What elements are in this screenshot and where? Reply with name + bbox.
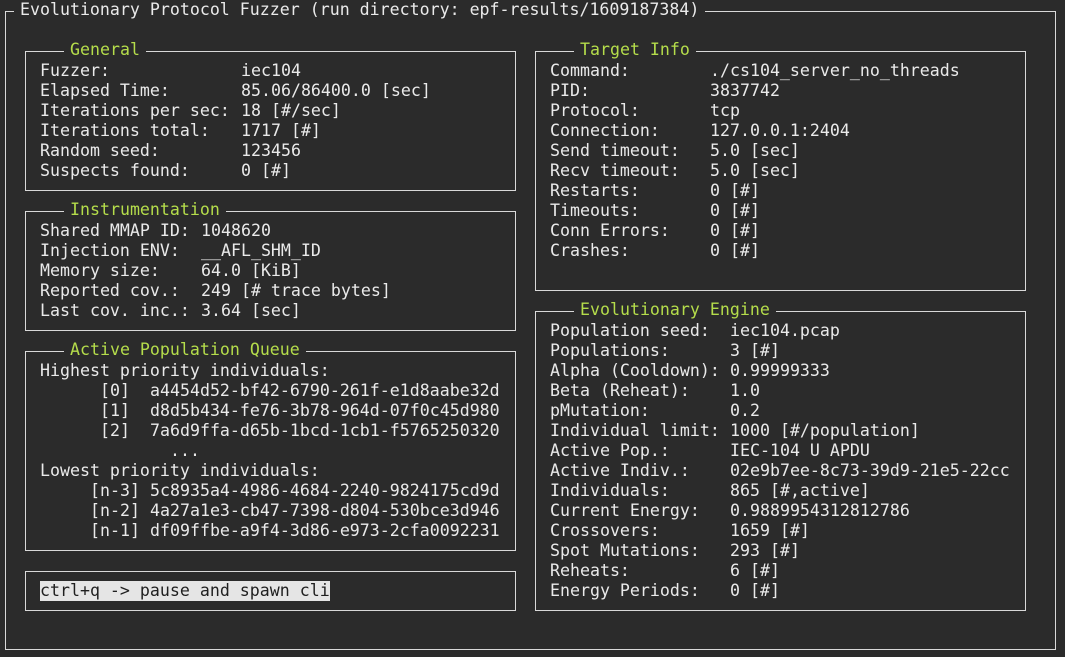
engine-value-crossovers: 1659 [#]	[730, 521, 810, 540]
engine-value-reheats: 6 [#]	[730, 561, 780, 580]
instrumentation-label-injection-env: Injection ENV:	[40, 241, 180, 260]
engine-value-alpha: 0.99999333	[730, 361, 830, 380]
engine-value-populations: 3 [#]	[730, 341, 780, 360]
general-value-random-seed: 123456	[241, 141, 301, 160]
evolutionary-engine-panel-title: Evolutionary Engine	[574, 300, 776, 320]
target-label-crashes: Crashes:	[550, 241, 630, 260]
engine-label-energy-periods: Energy Periods:	[550, 581, 700, 600]
target-value-conn-errors: 0 [#]	[710, 221, 760, 240]
lowest-priority-id: df09ffbe-a9f4-3d86-e973-2cfa0092231	[150, 521, 500, 540]
lowest-priority-index: [n-1]	[90, 521, 140, 540]
general-label-elapsed-time: Elapsed Time:	[40, 81, 170, 100]
lowest-priority-id: 5c8935a4-4986-4684-2240-9824175cd9d	[150, 481, 500, 500]
highest-priority-id: a4454d52-bf42-6790-261f-e1d8aabe32d	[150, 381, 500, 400]
instrumentation-label-mmap-id: Shared MMAP ID:	[40, 221, 190, 240]
highest-priority-label: Highest priority individuals:	[40, 361, 330, 380]
target-label-command: Command:	[550, 61, 630, 80]
engine-label-spot-mutations: Spot Mutations:	[550, 541, 700, 560]
instrumentation-label-last-cov-inc: Last cov. inc.:	[40, 301, 190, 320]
engine-label-populations: Populations:	[550, 341, 670, 360]
target-label-timeouts: Timeouts:	[550, 201, 640, 220]
highest-priority-index: [2]	[100, 421, 130, 440]
target-value-restarts: 0 [#]	[710, 181, 760, 200]
target-info-panel-title: Target Info	[574, 40, 696, 60]
engine-label-current-energy: Current Energy:	[550, 501, 700, 520]
target-value-timeouts: 0 [#]	[710, 201, 760, 220]
instrumentation-value-memory-size: 64.0 [KiB]	[201, 261, 301, 280]
engine-value-active-pop: IEC-104 U APDU	[730, 441, 870, 460]
engine-label-crossovers: Crossovers:	[550, 521, 660, 540]
general-panel-title: General	[64, 40, 146, 60]
engine-label-reheats: Reheats:	[550, 561, 630, 580]
instrumentation-value-mmap-id: 1048620	[201, 221, 271, 240]
engine-value-current-energy: 0.9889954312812786	[730, 501, 910, 520]
general-value-fuzzer: iec104	[241, 61, 301, 80]
engine-value-energy-periods: 0 [#]	[730, 581, 780, 600]
pause-cli-shortcut-hint[interactable]: ctrl+q -> pause and spawn cli	[40, 581, 330, 601]
engine-label-individuals: Individuals:	[550, 481, 670, 500]
engine-value-pmutation: 0.2	[730, 401, 760, 420]
highest-priority-index: [1]	[100, 401, 130, 420]
instrumentation-label-memory-size: Memory size:	[40, 261, 160, 280]
general-value-iterations-total: 1717 [#]	[241, 121, 321, 140]
target-value-protocol: tcp	[710, 101, 740, 120]
target-value-send-timeout: 5.0 [sec]	[710, 141, 800, 160]
target-value-connection: 127.0.0.1:2404	[710, 121, 850, 140]
instrumentation-value-injection-env: __AFL_SHM_ID	[201, 241, 321, 260]
target-value-pid: 3837742	[710, 81, 780, 100]
target-label-pid: PID:	[550, 81, 590, 100]
general-label-suspects-found: Suspects found:	[40, 161, 190, 180]
engine-label-active-pop: Active Pop.:	[550, 441, 670, 460]
engine-label-individual-limit: Individual limit:	[550, 421, 720, 440]
target-value-recv-timeout: 5.0 [sec]	[710, 161, 800, 180]
general-label-fuzzer: Fuzzer:	[40, 61, 110, 80]
queue-ellipsis: ...	[170, 441, 200, 460]
population-queue-panel-title: Active Population Queue	[64, 340, 306, 360]
engine-value-population-seed: iec104.pcap	[730, 321, 840, 340]
general-value-suspects-found: 0 [#]	[241, 161, 291, 180]
target-label-protocol: Protocol:	[550, 101, 640, 120]
instrumentation-label-reported-cov: Reported cov.:	[40, 281, 180, 300]
target-value-command: ./cs104_server_no_threads	[710, 61, 960, 80]
engine-label-active-indiv: Active Indiv.:	[550, 461, 690, 480]
highest-priority-id: d8d5b434-fe76-3b78-964d-07f0c45d980	[150, 401, 500, 420]
instrumentation-panel-title: Instrumentation	[64, 200, 226, 220]
engine-label-beta: Beta (Reheat):	[550, 381, 690, 400]
instrumentation-value-last-cov-inc: 3.64 [sec]	[201, 301, 301, 320]
window-title: Evolutionary Protocol Fuzzer (run direct…	[14, 0, 706, 20]
target-label-recv-timeout: Recv timeout:	[550, 161, 680, 180]
lowest-priority-label: Lowest priority individuals:	[40, 461, 320, 480]
engine-label-alpha: Alpha (Cooldown):	[550, 361, 720, 380]
general-label-random-seed: Random seed:	[40, 141, 160, 160]
target-label-conn-errors: Conn Errors:	[550, 221, 670, 240]
highest-priority-index: [0]	[100, 381, 130, 400]
target-label-connection: Connection:	[550, 121, 660, 140]
engine-label-population-seed: Population seed:	[550, 321, 710, 340]
general-value-iterations-per-sec: 18 [#/sec]	[241, 101, 341, 120]
target-value-crashes: 0 [#]	[710, 241, 760, 260]
engine-value-spot-mutations: 293 [#]	[730, 541, 800, 560]
lowest-priority-index: [n-3]	[90, 481, 140, 500]
engine-label-pmutation: pMutation:	[550, 401, 650, 420]
general-value-elapsed-time: 85.06/86400.0 [sec]	[241, 81, 431, 100]
target-label-send-timeout: Send timeout:	[550, 141, 680, 160]
engine-value-active-indiv: 02e9b7ee-8c73-39d9-21e5-22cc	[730, 461, 1010, 480]
lowest-priority-id: 4a27a1e3-cb47-7398-d804-530bce3d946	[150, 501, 500, 520]
general-label-iterations-total: Iterations total:	[40, 121, 210, 140]
highest-priority-id: 7a6d9ffa-d65b-1bcd-1cb1-f5765250320	[150, 421, 500, 440]
general-label-iterations-per-sec: Iterations per sec:	[40, 101, 230, 120]
target-label-restarts: Restarts:	[550, 181, 640, 200]
lowest-priority-index: [n-2]	[90, 501, 140, 520]
instrumentation-value-reported-cov: 249 [# trace bytes]	[201, 281, 391, 300]
engine-value-beta: 1.0	[730, 381, 760, 400]
engine-value-individual-limit: 1000 [#/population]	[730, 421, 920, 440]
engine-value-individuals: 865 [#,active]	[730, 481, 870, 500]
